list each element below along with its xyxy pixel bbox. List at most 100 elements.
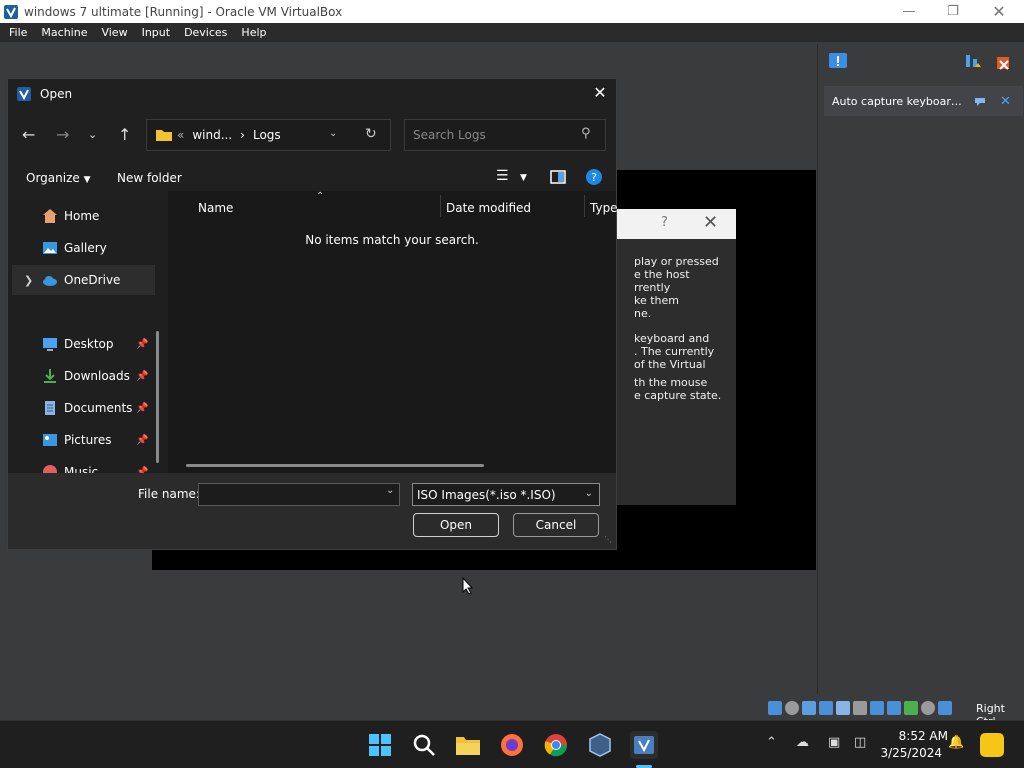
nav-item-desktop[interactable]: Desktop 📌	[12, 329, 148, 359]
dialog-close-icon[interactable]: ✕	[588, 83, 612, 105]
cancel-button[interactable]: Cancel	[513, 513, 599, 537]
maximize-button[interactable]: ❐	[930, 0, 976, 23]
minimize-button[interactable]: —	[886, 0, 932, 23]
firefox-taskbar-button[interactable]	[498, 731, 526, 759]
copilot-icon[interactable]	[980, 733, 1004, 757]
forward-arrow-icon[interactable]: →	[56, 125, 69, 144]
breadcrumb-overflow[interactable]: «	[177, 128, 184, 142]
notification-text: Auto capture keyboard ...	[832, 94, 964, 108]
clock-date[interactable]: 3/25/2024	[878, 746, 942, 760]
column-header-name[interactable]: Name	[198, 201, 233, 215]
menu-view[interactable]: View	[96, 26, 132, 39]
open-button[interactable]: Open	[413, 513, 499, 537]
guest-close-icon[interactable]: ✕	[703, 212, 718, 233]
start-button[interactable]	[366, 731, 394, 759]
new-folder-button[interactable]: New folder	[117, 171, 182, 185]
network-tray-icon[interactable]: ◫	[854, 735, 866, 750]
close-window-button[interactable]: ✕	[976, 0, 1022, 23]
guest-dialog: ? ✕ play or pressed e the host rrently k…	[617, 209, 736, 505]
empty-results-message: No items match your search.	[305, 233, 479, 247]
file-name-dropdown-chevron-icon[interactable]: ⌄	[386, 485, 394, 496]
clear-notifications-icon[interactable]	[994, 53, 1014, 73]
notification-bell-icon[interactable]: 🔔	[948, 735, 964, 750]
network-icon[interactable]	[819, 701, 833, 715]
gallery-icon	[43, 242, 57, 254]
virtualbox-taskbar-button[interactable]	[586, 731, 614, 759]
view-options-icon[interactable]: ☰	[496, 168, 509, 184]
column-header-date-modified[interactable]: Date modified	[446, 201, 531, 215]
file-name-input[interactable]	[198, 483, 400, 506]
up-arrow-icon[interactable]: ↑	[118, 125, 131, 144]
nav-item-home[interactable]: Home	[12, 201, 148, 231]
cpu-icon[interactable]	[904, 701, 918, 715]
menu-devices[interactable]: Devices	[179, 26, 232, 39]
pin-icon[interactable]: 📌	[136, 371, 148, 382]
chrome-taskbar-button[interactable]	[542, 731, 570, 759]
recording-icon[interactable]	[887, 701, 901, 715]
sort-icon[interactable]	[964, 53, 982, 71]
column-divider[interactable]	[584, 195, 585, 217]
notification-item[interactable]: Auto capture keyboard ... ✕	[824, 86, 1023, 116]
nav-item-documents[interactable]: Documents 📌	[12, 393, 148, 423]
open-file-dialog: Open ✕ ← → ⌄ ↑ « wind... › Logs ⌄ ↻ Sear…	[7, 78, 618, 595]
column-divider[interactable]	[440, 195, 441, 217]
guest-dialog-text-1: play or pressed e the host rrently ke th…	[634, 255, 719, 320]
onedrive-tray-icon[interactable]: ☁	[796, 735, 809, 750]
nav-item-label: Home	[64, 209, 100, 223]
host-titlebar: windows 7 ultimate [Running] - Oracle VM…	[0, 0, 1024, 23]
music-icon	[43, 465, 57, 473]
back-arrow-icon[interactable]: ←	[22, 125, 35, 144]
guest-help-button[interactable]: ?	[661, 215, 668, 230]
column-header-type[interactable]: Type	[590, 201, 618, 215]
search-input[interactable]: Search Logs ⚲	[404, 119, 606, 151]
menu-file[interactable]: File	[4, 26, 32, 39]
menu-input[interactable]: Input	[137, 26, 175, 39]
nav-item-label: Pictures	[64, 433, 112, 447]
clock-time[interactable]: 8:52 AM	[878, 729, 948, 743]
show-hidden-icons-chevron[interactable]: ⌃	[766, 735, 777, 750]
preview-pane-icon[interactable]	[550, 169, 566, 185]
menu-help[interactable]: Help	[236, 26, 271, 39]
horizontal-scrollbar[interactable]	[186, 464, 484, 467]
nav-item-downloads[interactable]: Downloads 📌	[12, 361, 148, 391]
nav-pane-scrollbar[interactable]	[156, 331, 159, 463]
search-placeholder: Search Logs	[413, 128, 486, 142]
search-taskbar-button[interactable]	[410, 731, 438, 759]
view-dropdown-chevron-icon[interactable]: ▼	[520, 173, 527, 183]
optical-drive-icon[interactable]	[785, 701, 799, 715]
display-icon[interactable]	[870, 701, 884, 715]
nav-item-music[interactable]: Music 📌	[12, 457, 148, 473]
help-icon[interactable]: ?	[585, 168, 603, 186]
mouse-integration-icon[interactable]	[921, 701, 935, 715]
pin-icon[interactable]: 📌	[136, 435, 148, 446]
menu-machine[interactable]: Machine	[36, 26, 92, 39]
pin-notification-icon[interactable]	[974, 95, 986, 107]
expand-chevron-icon[interactable]: ❯	[24, 274, 33, 287]
breadcrumb-parent[interactable]: wind...	[192, 128, 232, 142]
address-bar[interactable]: « wind... › Logs ⌄ ↻	[146, 119, 391, 151]
address-dropdown-chevron-icon[interactable]: ⌄	[329, 128, 337, 139]
hard-disk-icon[interactable]	[768, 701, 782, 715]
pin-icon[interactable]: 📌	[136, 403, 148, 414]
dialog-navigation-bar: ← → ⌄ ↑ « wind... › Logs ⌄ ↻ Search Logs…	[8, 115, 616, 155]
nav-item-gallery[interactable]: Gallery	[12, 233, 148, 263]
display-tray-icon[interactable]: ▣	[828, 735, 840, 750]
file-explorer-taskbar-button[interactable]	[454, 731, 482, 759]
file-type-select[interactable]: ISO Images(*.iso *.ISO) ⌄	[412, 483, 600, 506]
recent-locations-chevron-icon[interactable]: ⌄	[88, 128, 97, 141]
sort-ascending-icon: ⌃	[316, 191, 325, 202]
keyboard-capture-icon[interactable]	[938, 701, 952, 715]
nav-item-label: Gallery	[64, 241, 107, 255]
organize-button[interactable]: Organize ▼	[26, 171, 91, 185]
shared-folders-icon[interactable]	[853, 701, 867, 715]
refresh-icon[interactable]: ↻	[365, 126, 377, 142]
pin-icon[interactable]: 📌	[136, 339, 148, 350]
breadcrumb-current[interactable]: Logs	[253, 128, 281, 142]
vm-window-taskbar-button[interactable]	[630, 731, 658, 759]
resize-grip-icon[interactable]: ⋱	[604, 535, 612, 544]
audio-icon[interactable]	[802, 701, 816, 715]
nav-item-pictures[interactable]: Pictures 📌	[12, 425, 148, 455]
dismiss-notification-icon[interactable]: ✕	[1000, 94, 1011, 109]
nav-item-onedrive[interactable]: ❯ OneDrive	[12, 265, 155, 295]
usb-icon[interactable]	[836, 701, 850, 715]
